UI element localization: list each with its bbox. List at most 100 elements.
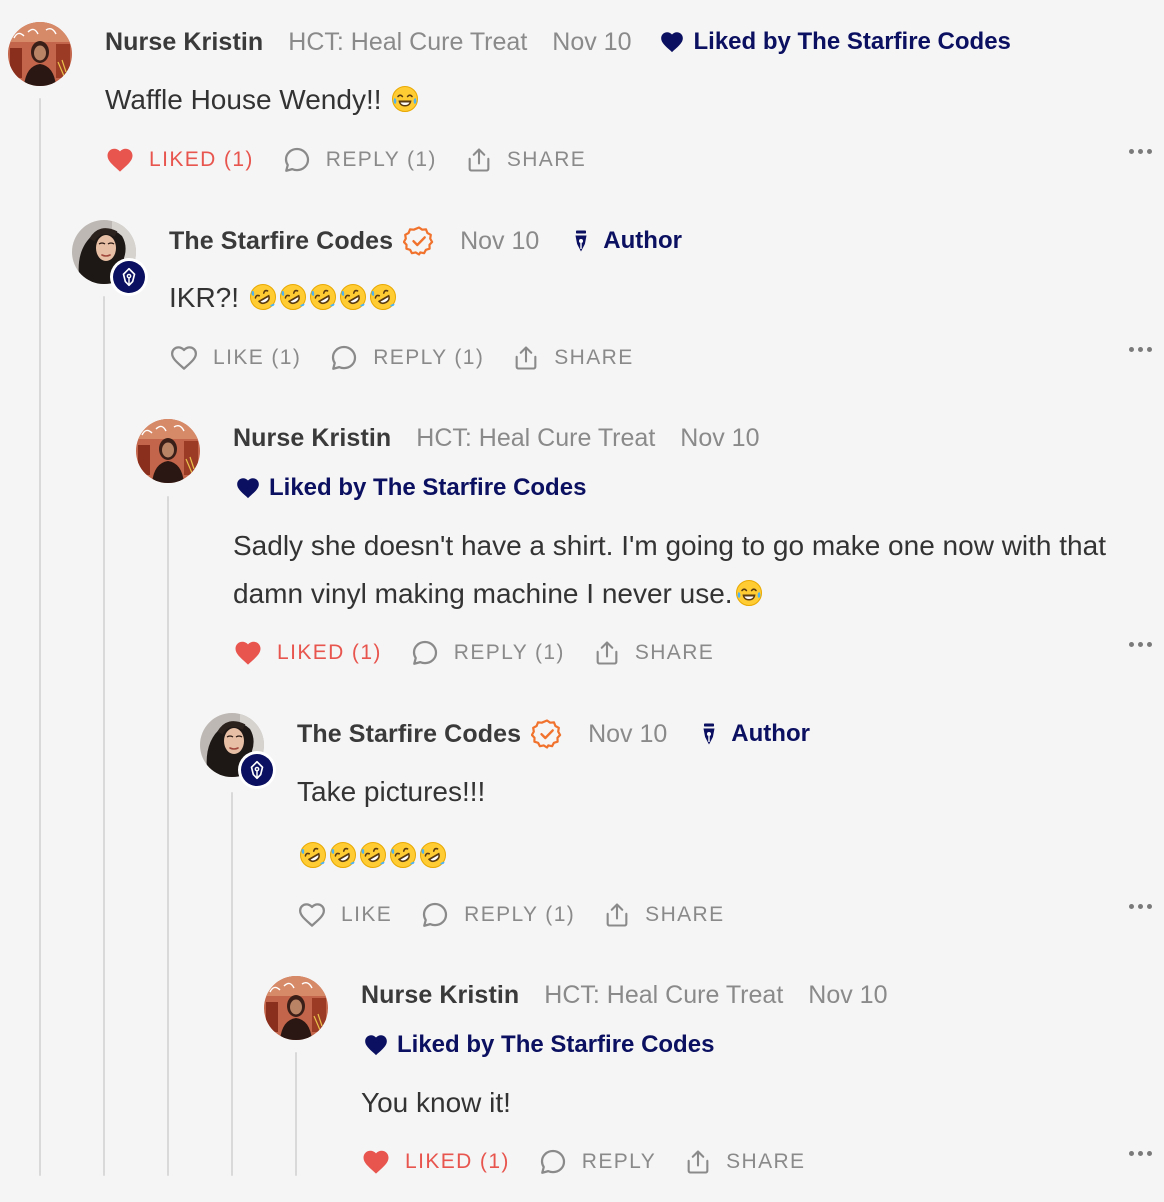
face-with-tears-of-joy-icon	[735, 579, 763, 607]
reply-label: REPLY (1)	[373, 346, 485, 369]
like-label: LIKED (1)	[277, 641, 382, 664]
avatar[interactable]	[264, 976, 328, 1040]
liked-by-author: Liked by The Starfire Codes	[363, 1031, 714, 1059]
author-badge	[238, 751, 276, 789]
commenter-name[interactable]: The Starfire Codes	[169, 227, 393, 256]
comment-icon	[538, 1147, 568, 1177]
share-label: SHARE	[554, 346, 634, 369]
share-label: SHARE	[506, 148, 587, 171]
share-icon	[593, 638, 621, 668]
heart-icon	[235, 475, 261, 501]
reply-button[interactable]: REPLY	[538, 1147, 656, 1177]
publication-name[interactable]: HCT: Heal Cure Treat	[288, 28, 527, 57]
comment-date[interactable]: Nov 10	[460, 227, 539, 256]
rolling-on-floor-laughing-icon	[279, 283, 307, 311]
rolling-on-floor-laughing-icon	[369, 283, 397, 311]
thread-line-level-4	[231, 792, 233, 1176]
comment-text: You know it!	[361, 1087, 511, 1118]
comment-body: Take pictures!!!	[297, 768, 1144, 880]
comment-text: Waffle House Wendy!!	[105, 84, 382, 115]
rolling-on-floor-laughing-icon	[419, 841, 447, 869]
share-button[interactable]: SHARE	[593, 638, 714, 668]
comment-actions: LIKE REPLY (1) SHARE	[297, 898, 1164, 932]
comment-text: Sadly she doesn't have a shirt. I'm goin…	[233, 530, 1106, 609]
heart-outline-icon	[297, 900, 327, 930]
comment-date[interactable]: Nov 10	[588, 720, 667, 749]
emoji-group	[297, 832, 1144, 880]
commenter-name[interactable]: The Starfire Codes	[297, 720, 521, 749]
commenter-name[interactable]: Nurse Kristin	[233, 424, 391, 453]
pen-nib-icon	[118, 266, 140, 288]
avatar[interactable]	[136, 419, 200, 483]
like-button[interactable]: LIKE (1)	[169, 343, 301, 373]
share-button[interactable]: SHARE	[684, 1147, 805, 1177]
face-with-tears-of-joy-icon	[391, 85, 419, 113]
reply-button[interactable]: REPLY (1)	[329, 343, 484, 373]
rolling-on-floor-laughing-icon	[339, 283, 367, 311]
comment-icon	[329, 343, 359, 373]
rolling-on-floor-laughing-icon	[299, 841, 327, 869]
more-options-icon[interactable]	[1129, 347, 1152, 352]
pen-nib-icon	[697, 721, 721, 747]
share-label: SHARE	[726, 1150, 806, 1173]
comment-icon	[282, 145, 312, 175]
avatar-image	[8, 22, 72, 86]
verified-icon	[403, 225, 435, 257]
reply-label: REPLY (1)	[325, 148, 437, 171]
heart-icon	[659, 29, 685, 55]
rolling-on-floor-laughing-icon	[329, 841, 357, 869]
avatar[interactable]	[72, 220, 148, 296]
more-options-icon[interactable]	[1129, 1151, 1152, 1156]
share-label: SHARE	[634, 641, 715, 664]
thread-line-level-1	[39, 98, 41, 1176]
comment-body: You know it!	[361, 1079, 1144, 1127]
author-tag-label: Author	[731, 720, 810, 747]
comment-header: Nurse Kristin HCT: Heal Cure Treat Nov 1…	[361, 978, 887, 1012]
publication-name[interactable]: HCT: Heal Cure Treat	[416, 424, 655, 453]
comment-body: Waffle House Wendy!!	[105, 76, 1144, 124]
rolling-on-floor-laughing-icon	[359, 841, 387, 869]
comment-text: Take pictures!!!	[297, 776, 486, 807]
comment-actions: LIKED (1) REPLY SHARE	[361, 1145, 1164, 1179]
thread-line-level-2	[103, 296, 105, 1176]
reply-button[interactable]: REPLY (1)	[420, 900, 575, 930]
comment-date[interactable]: Nov 10	[680, 424, 759, 453]
avatar-image	[136, 419, 200, 483]
like-button[interactable]: LIKED (1)	[233, 638, 382, 668]
more-options-icon[interactable]	[1129, 642, 1152, 647]
reply-button[interactable]: REPLY (1)	[410, 638, 565, 668]
thread-line-level-5	[295, 1052, 297, 1176]
comment-header: Nurse Kristin HCT: Heal Cure Treat Nov 1…	[105, 25, 1011, 59]
share-button[interactable]: SHARE	[512, 343, 633, 373]
comment-body: Sadly she doesn't have a shirt. I'm goin…	[233, 522, 1144, 618]
comment-actions: LIKED (1) REPLY (1) SHARE	[233, 636, 1164, 670]
commenter-name[interactable]: Nurse Kristin	[361, 981, 519, 1010]
rolling-on-floor-laughing-icon	[249, 283, 277, 311]
publication-name[interactable]: HCT: Heal Cure Treat	[544, 981, 783, 1010]
avatar[interactable]	[200, 713, 276, 789]
like-button[interactable]: LIKED (1)	[105, 145, 254, 175]
like-button[interactable]: LIKED (1)	[361, 1147, 510, 1177]
heart-outline-icon	[169, 343, 199, 373]
like-button[interactable]: LIKE	[297, 900, 392, 930]
liked-by-label: Liked by The Starfire Codes	[269, 474, 587, 501]
share-button[interactable]: SHARE	[603, 900, 724, 930]
heart-icon	[363, 1032, 389, 1058]
share-button[interactable]: SHARE	[465, 145, 586, 175]
comment-date[interactable]: Nov 10	[808, 981, 887, 1010]
pen-nib-icon	[246, 759, 268, 781]
rolling-on-floor-laughing-icon	[389, 841, 417, 869]
reply-button[interactable]: REPLY (1)	[282, 145, 437, 175]
avatar[interactable]	[8, 22, 72, 86]
pen-nib-icon	[569, 228, 593, 254]
thread-line-level-3	[167, 496, 169, 1176]
liked-by-label: Liked by The Starfire Codes	[397, 1031, 715, 1058]
more-options-icon[interactable]	[1129, 149, 1152, 154]
more-options-icon[interactable]	[1129, 904, 1152, 909]
comment-icon	[410, 638, 440, 668]
commenter-name[interactable]: Nurse Kristin	[105, 28, 263, 57]
comment-date[interactable]: Nov 10	[552, 28, 631, 57]
comment-icon	[420, 900, 450, 930]
like-label: LIKE	[341, 903, 393, 926]
share-icon	[465, 145, 493, 175]
